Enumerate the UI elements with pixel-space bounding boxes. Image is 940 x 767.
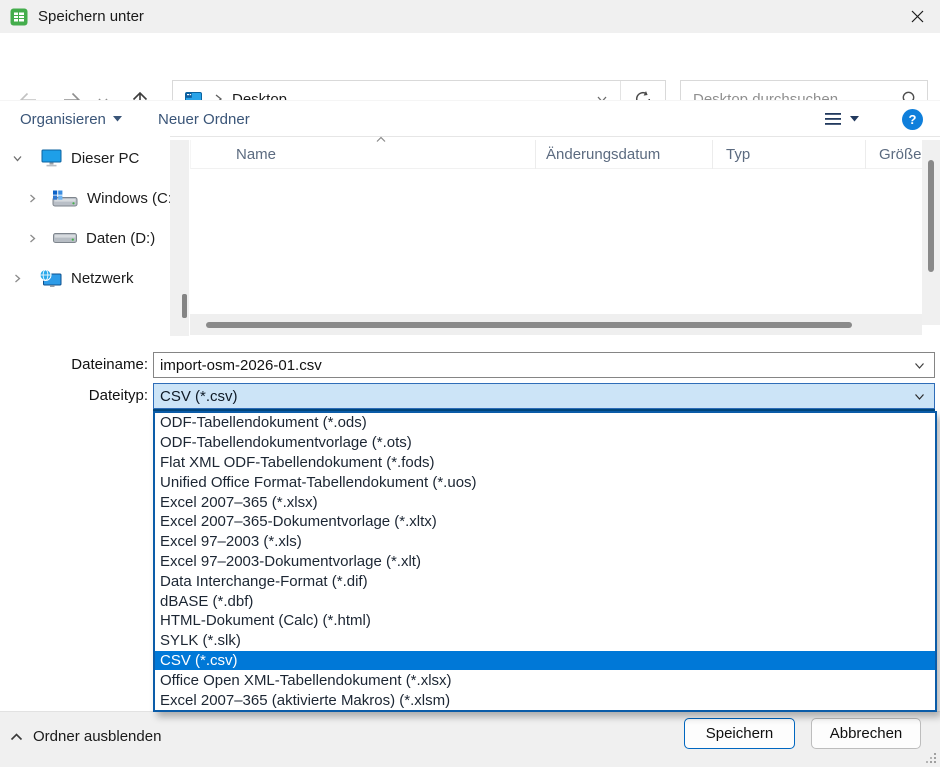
- organize-label: Organisieren: [20, 111, 106, 128]
- filetype-option[interactable]: Office Open XML-Tabellendokument (*.xlsx…: [155, 670, 935, 690]
- help-button[interactable]: ?: [902, 101, 923, 137]
- sidebar-item-daten-d[interactable]: Daten (D:): [0, 218, 170, 258]
- window-title: Speichern unter: [38, 8, 144, 25]
- filetype-option[interactable]: Data Interchange-Format (*.dif): [155, 571, 935, 591]
- column-header-date-modified[interactable]: Änderungsdatum: [536, 140, 713, 169]
- file-list-horizontal-scrollbar-track[interactable]: [190, 314, 922, 335]
- titlebar: Speichern unter: [0, 0, 940, 33]
- column-label: Name: [236, 146, 276, 163]
- filetype-option[interactable]: ODF-Tabellendokument (*.ods): [155, 413, 935, 433]
- this-pc-icon: [41, 149, 62, 167]
- filetype-option[interactable]: Excel 97–2003-Dokumentvorlage (*.xlt): [155, 552, 935, 572]
- list-view-icon: [824, 112, 842, 126]
- save-button[interactable]: Speichern: [684, 718, 795, 749]
- filetype-combobox[interactable]: CSV (*.csv): [153, 383, 935, 409]
- column-header-name[interactable]: Name: [191, 140, 536, 169]
- calc-app-icon: [10, 8, 28, 26]
- view-options-button[interactable]: [824, 101, 859, 137]
- cancel-button[interactable]: Abbrechen: [811, 718, 921, 749]
- chevron-up-icon: [10, 733, 23, 741]
- filetype-dropdown-list: ODF-Tabellendokument (*.ods)ODF-Tabellen…: [153, 411, 937, 712]
- file-list-horizontal-scrollbar-thumb[interactable]: [206, 322, 852, 328]
- sidebar-item-label: Daten (D:): [86, 230, 155, 247]
- filetype-option[interactable]: Flat XML ODF-Tabellendokument (*.fods): [155, 453, 935, 473]
- filetype-option[interactable]: Excel 97–2003 (*.xls): [155, 532, 935, 552]
- column-header-type[interactable]: Typ: [713, 140, 866, 169]
- sidebar-item-label: Netzwerk: [71, 270, 134, 287]
- filename-label: Dateiname:: [0, 352, 148, 378]
- hide-folders-label: Ordner ausblenden: [33, 728, 161, 745]
- caret-down-icon: [850, 116, 859, 122]
- column-label: Änderungsdatum: [546, 146, 660, 163]
- chevron-collapsed-icon[interactable]: [27, 193, 38, 204]
- help-icon: ?: [902, 109, 923, 130]
- navigation-tree: Dieser PC Windows (C:): [0, 136, 170, 340]
- column-header-size[interactable]: Größe: [866, 140, 923, 169]
- new-folder-label: Neuer Ordner: [158, 111, 250, 128]
- column-label: Typ: [726, 146, 750, 163]
- filename-dropdown-button[interactable]: [913, 359, 926, 372]
- sidebar-item-windows-c[interactable]: Windows (C:): [0, 178, 170, 218]
- file-list-header: Name Änderungsdatum Typ Größe: [190, 140, 922, 169]
- new-folder-button[interactable]: Neuer Ordner: [158, 101, 250, 137]
- filetype-option[interactable]: Excel 2007–365 (*.xlsx): [155, 492, 935, 512]
- chevron-collapsed-icon[interactable]: [27, 233, 38, 244]
- close-icon: [911, 10, 924, 23]
- filetype-option[interactable]: HTML-Dokument (Calc) (*.html): [155, 611, 935, 631]
- save-as-dialog: Speichern unter: [0, 0, 940, 767]
- filename-input[interactable]: [154, 357, 913, 374]
- sidebar-item-label: Windows (C:): [87, 190, 177, 207]
- filetype-label: Dateityp:: [0, 383, 148, 409]
- hide-folders-button[interactable]: Ordner ausblenden: [10, 728, 161, 745]
- close-button[interactable]: [894, 0, 940, 33]
- windows-drive-icon: [52, 190, 78, 207]
- filetype-option[interactable]: SYLK (*.slk): [155, 631, 935, 651]
- filetype-option[interactable]: ODF-Tabellendokumentvorlage (*.ots): [155, 433, 935, 453]
- filetype-selected-value: CSV (*.csv): [154, 388, 913, 405]
- navigation-bar: Desktop: [0, 33, 940, 100]
- filetype-option[interactable]: dBASE (*.dbf): [155, 591, 935, 611]
- network-icon: [39, 269, 62, 288]
- organize-button[interactable]: Organisieren: [20, 101, 122, 137]
- column-label: Größe: [879, 146, 922, 163]
- filetype-dropdown-button[interactable]: [913, 390, 926, 403]
- chevron-expanded-icon[interactable]: [12, 153, 23, 164]
- sidebar-item-label: Dieser PC: [71, 150, 139, 167]
- chevron-down-icon: [913, 390, 926, 403]
- filetype-option[interactable]: Excel 2007–365 (aktivierte Makros) (*.xl…: [155, 690, 935, 710]
- command-bar: Organisieren Neuer Ordner ?: [0, 100, 940, 137]
- filetype-option[interactable]: Unified Office Format-Tabellendokument (…: [155, 472, 935, 492]
- filetype-option[interactable]: CSV (*.csv): [155, 651, 935, 671]
- sidebar-item-netzwerk[interactable]: Netzwerk: [0, 258, 170, 298]
- dialog-footer: Ordner ausblenden Speichern Abbrechen: [0, 711, 940, 767]
- file-list-vertical-scrollbar-thumb[interactable]: [928, 160, 934, 272]
- chevron-collapsed-icon[interactable]: [12, 273, 23, 284]
- filename-combobox: [153, 352, 935, 378]
- sidebar-scrollbar-track[interactable]: [170, 140, 189, 336]
- caret-down-icon: [113, 116, 122, 122]
- filetype-option[interactable]: Excel 2007–365-Dokumentvorlage (*.xltx): [155, 512, 935, 532]
- file-list-vertical-scrollbar-track[interactable]: [922, 140, 940, 325]
- resize-grip-icon[interactable]: [925, 752, 937, 764]
- sidebar-scrollbar-thumb[interactable]: [182, 294, 187, 318]
- chevron-down-icon: [913, 359, 926, 372]
- sidebar-item-this-pc[interactable]: Dieser PC: [0, 138, 170, 178]
- data-drive-icon: [53, 232, 77, 244]
